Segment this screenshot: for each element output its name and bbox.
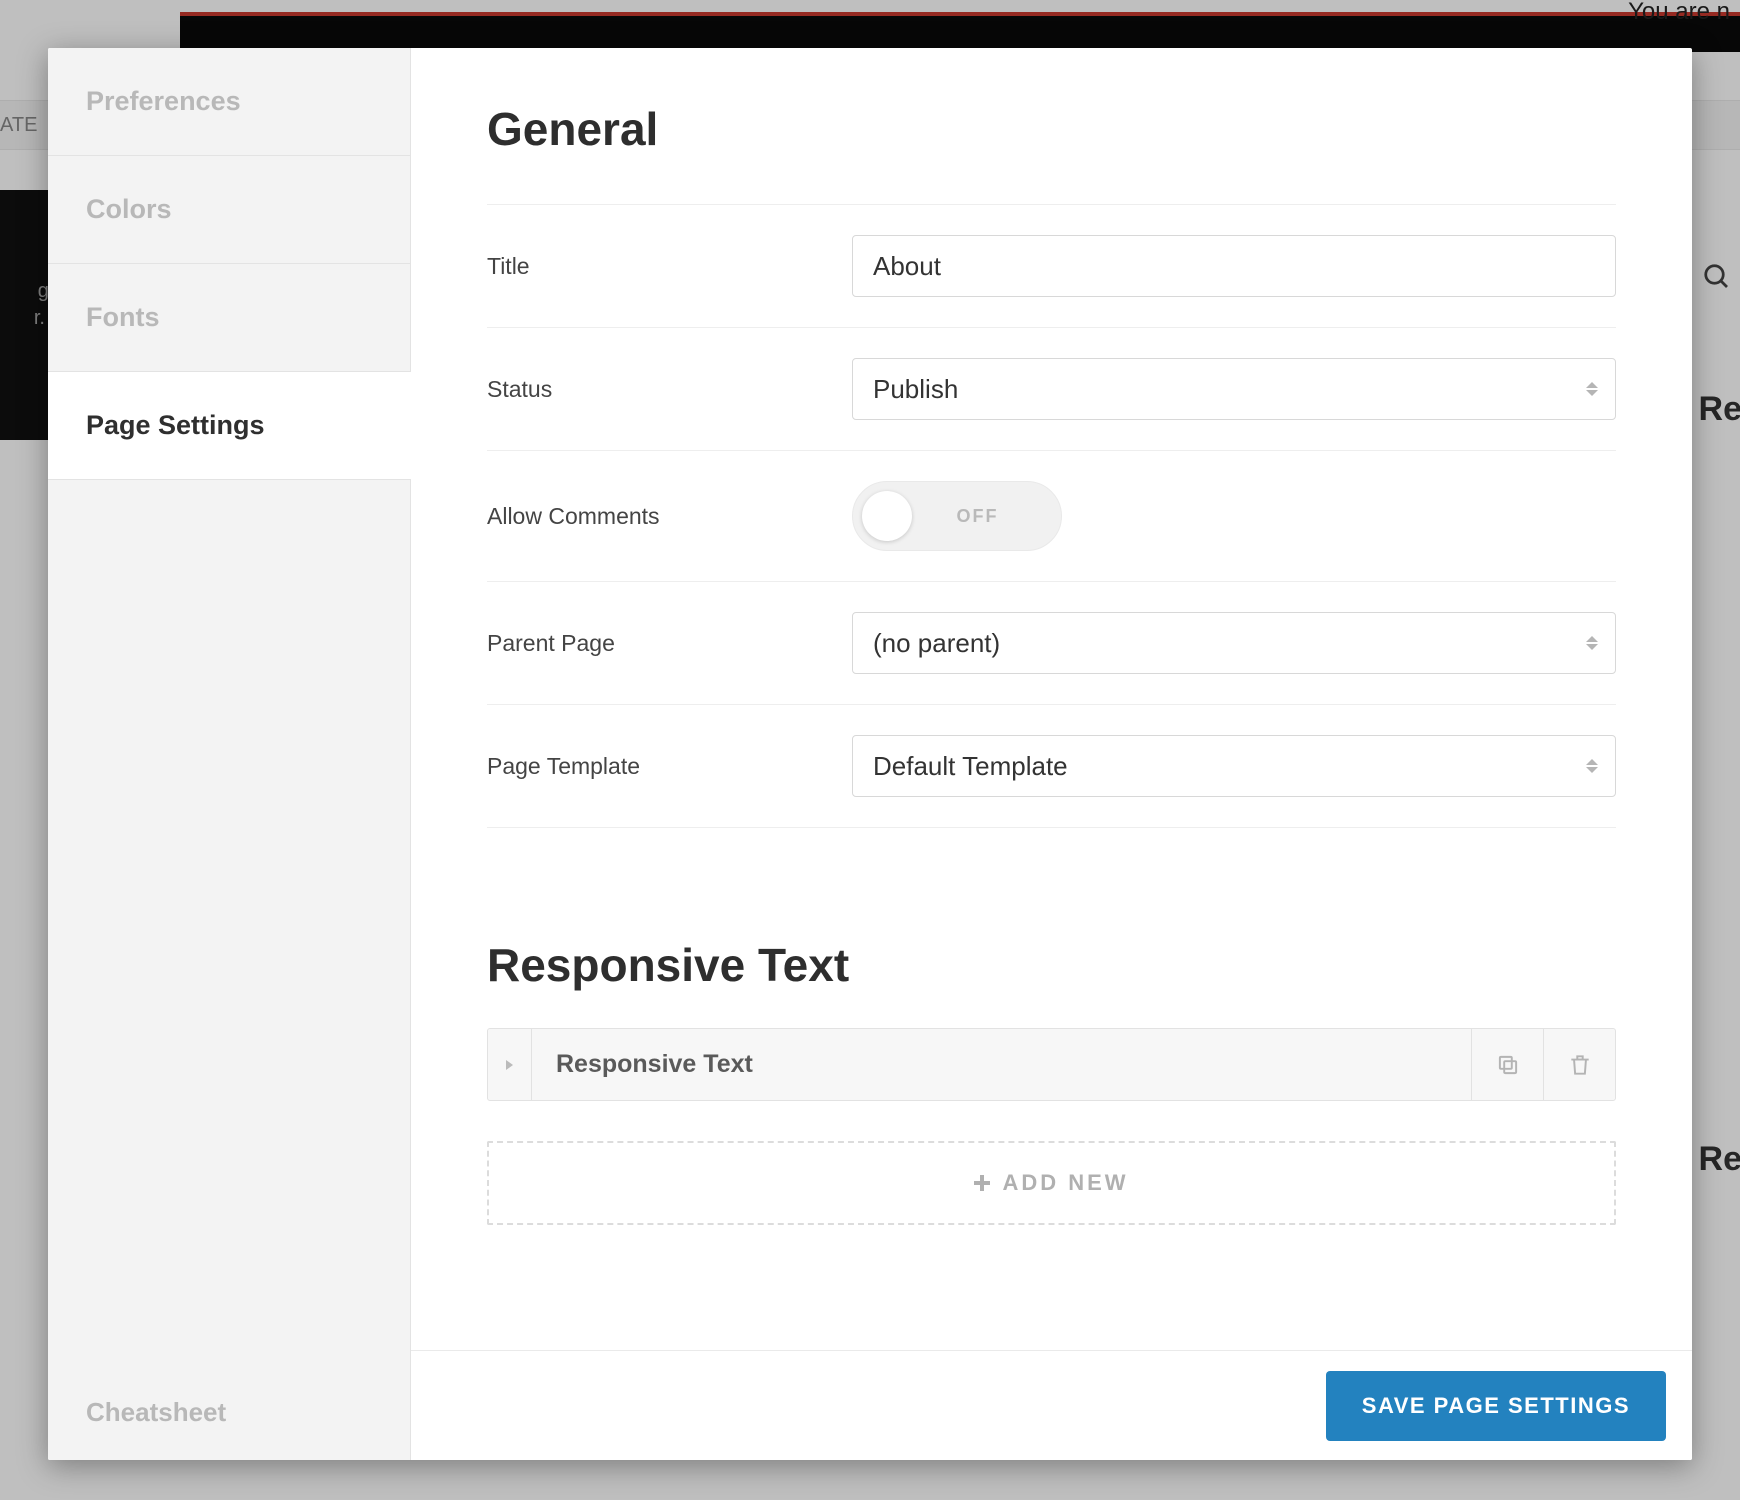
add-new-label: ADD NEW <box>1002 1170 1128 1196</box>
sidebar-item-fonts[interactable]: Fonts <box>48 264 410 372</box>
sidebar-item-label: Page Settings <box>86 410 265 441</box>
toggle-state-label: OFF <box>912 506 1061 527</box>
page-template-select[interactable]: Default Template <box>852 735 1616 797</box>
parent-page-select[interactable]: (no parent) <box>852 612 1616 674</box>
trash-icon <box>1567 1052 1593 1078</box>
section-title-general: General <box>487 102 1616 156</box>
parent-page-select-value: (no parent) <box>873 628 1000 659</box>
expand-handle[interactable] <box>488 1029 532 1100</box>
page-template-select-value: Default Template <box>873 751 1068 782</box>
sidebar-item-page-settings[interactable]: Page Settings <box>48 372 411 480</box>
label-allow-comments: Allow Comments <box>487 503 852 530</box>
allow-comments-toggle[interactable]: OFF <box>852 481 1062 551</box>
delete-button[interactable] <box>1543 1029 1615 1100</box>
row-page-template: Page Template Default Template <box>487 704 1616 828</box>
row-status: Status Publish <box>487 327 1616 450</box>
toggle-knob <box>862 491 912 541</box>
status-select[interactable]: Publish <box>852 358 1616 420</box>
label-page-template: Page Template <box>487 753 852 780</box>
status-select-value: Publish <box>873 374 958 405</box>
sidebar-item-preferences[interactable]: Preferences <box>48 48 410 156</box>
sidebar-item-colors[interactable]: Colors <box>48 156 410 264</box>
add-new-button[interactable]: ADD NEW <box>487 1141 1616 1225</box>
settings-sidebar: Preferences Colors Fonts Page Settings C… <box>48 48 411 1460</box>
duplicate-button[interactable] <box>1471 1029 1543 1100</box>
sidebar-item-label: Colors <box>86 194 172 225</box>
modal-footer: SAVE PAGE SETTINGS <box>411 1350 1692 1460</box>
title-input[interactable] <box>852 235 1616 297</box>
label-status: Status <box>487 376 852 403</box>
label-title: Title <box>487 253 852 280</box>
responsive-text-label[interactable]: Responsive Text <box>532 1029 1471 1100</box>
triangle-right-icon <box>506 1060 513 1070</box>
settings-modal: Preferences Colors Fonts Page Settings C… <box>48 48 1692 1460</box>
sidebar-item-label: Cheatsheet <box>86 1397 226 1428</box>
label-parent-page: Parent Page <box>487 630 852 657</box>
sidebar-item-label: Preferences <box>86 86 241 117</box>
section-title-responsive: Responsive Text <box>487 938 1616 992</box>
save-page-settings-button[interactable]: SAVE PAGE SETTINGS <box>1326 1371 1666 1441</box>
duplicate-icon <box>1495 1052 1521 1078</box>
row-parent-page: Parent Page (no parent) <box>487 581 1616 704</box>
row-title: Title <box>487 204 1616 327</box>
content-area: General Title Status Publish <box>411 48 1692 1350</box>
sidebar-item-cheatsheet[interactable]: Cheatsheet <box>48 1365 410 1460</box>
responsive-text-row: Responsive Text <box>487 1028 1616 1101</box>
row-allow-comments: Allow Comments OFF <box>487 450 1616 581</box>
plus-icon <box>974 1175 990 1191</box>
sidebar-spacer <box>48 480 410 1365</box>
sidebar-item-label: Fonts <box>86 302 160 333</box>
content-wrap: General Title Status Publish <box>411 48 1692 1460</box>
